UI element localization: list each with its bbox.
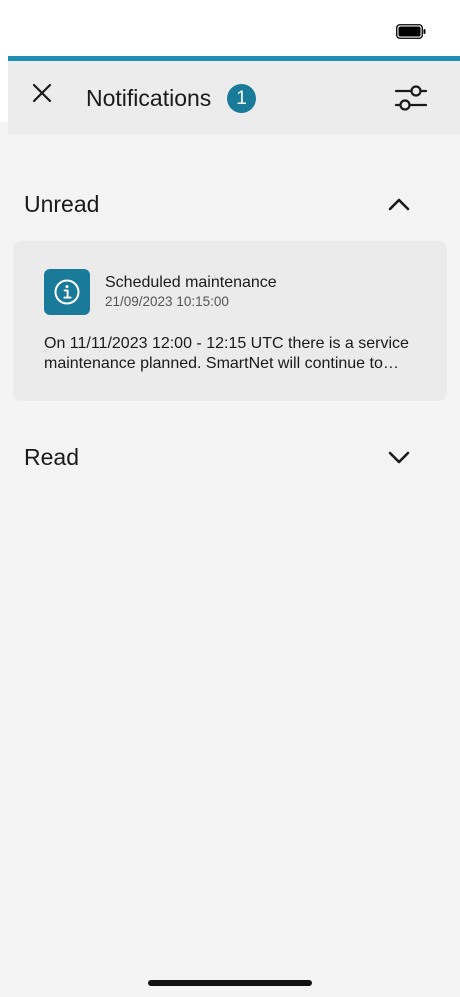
status-bar (0, 0, 460, 57)
info-icon (54, 279, 80, 305)
chevron-up-icon (388, 198, 410, 211)
unread-count-badge: 1 (227, 84, 256, 113)
notification-icon-tile (44, 269, 90, 315)
notification-card[interactable]: Scheduled maintenance 21/09/2023 10:15:0… (13, 241, 447, 401)
sliders-icon (394, 85, 428, 111)
section-unread-toggle[interactable]: Unread (0, 179, 460, 229)
filter-button[interactable] (394, 83, 428, 113)
chevron-down-icon (388, 451, 410, 464)
notification-title: Scheduled maintenance (105, 274, 277, 291)
notification-body: On 11/11/2023 12:00 - 12:15 UTC there is… (44, 335, 409, 372)
section-unread-title: Unread (24, 191, 100, 217)
home-indicator[interactable] (148, 980, 312, 986)
section-read-title: Read (24, 444, 79, 470)
section-read-toggle[interactable]: Read (0, 432, 460, 482)
battery-full-icon (396, 24, 426, 39)
header-edge (0, 57, 8, 122)
close-icon (32, 83, 52, 103)
close-button[interactable] (30, 81, 54, 105)
notification-date: 21/09/2023 10:15:00 (105, 294, 229, 309)
notifications-header: Notifications 1 (8, 61, 460, 134)
page-title: Notifications (86, 85, 212, 111)
